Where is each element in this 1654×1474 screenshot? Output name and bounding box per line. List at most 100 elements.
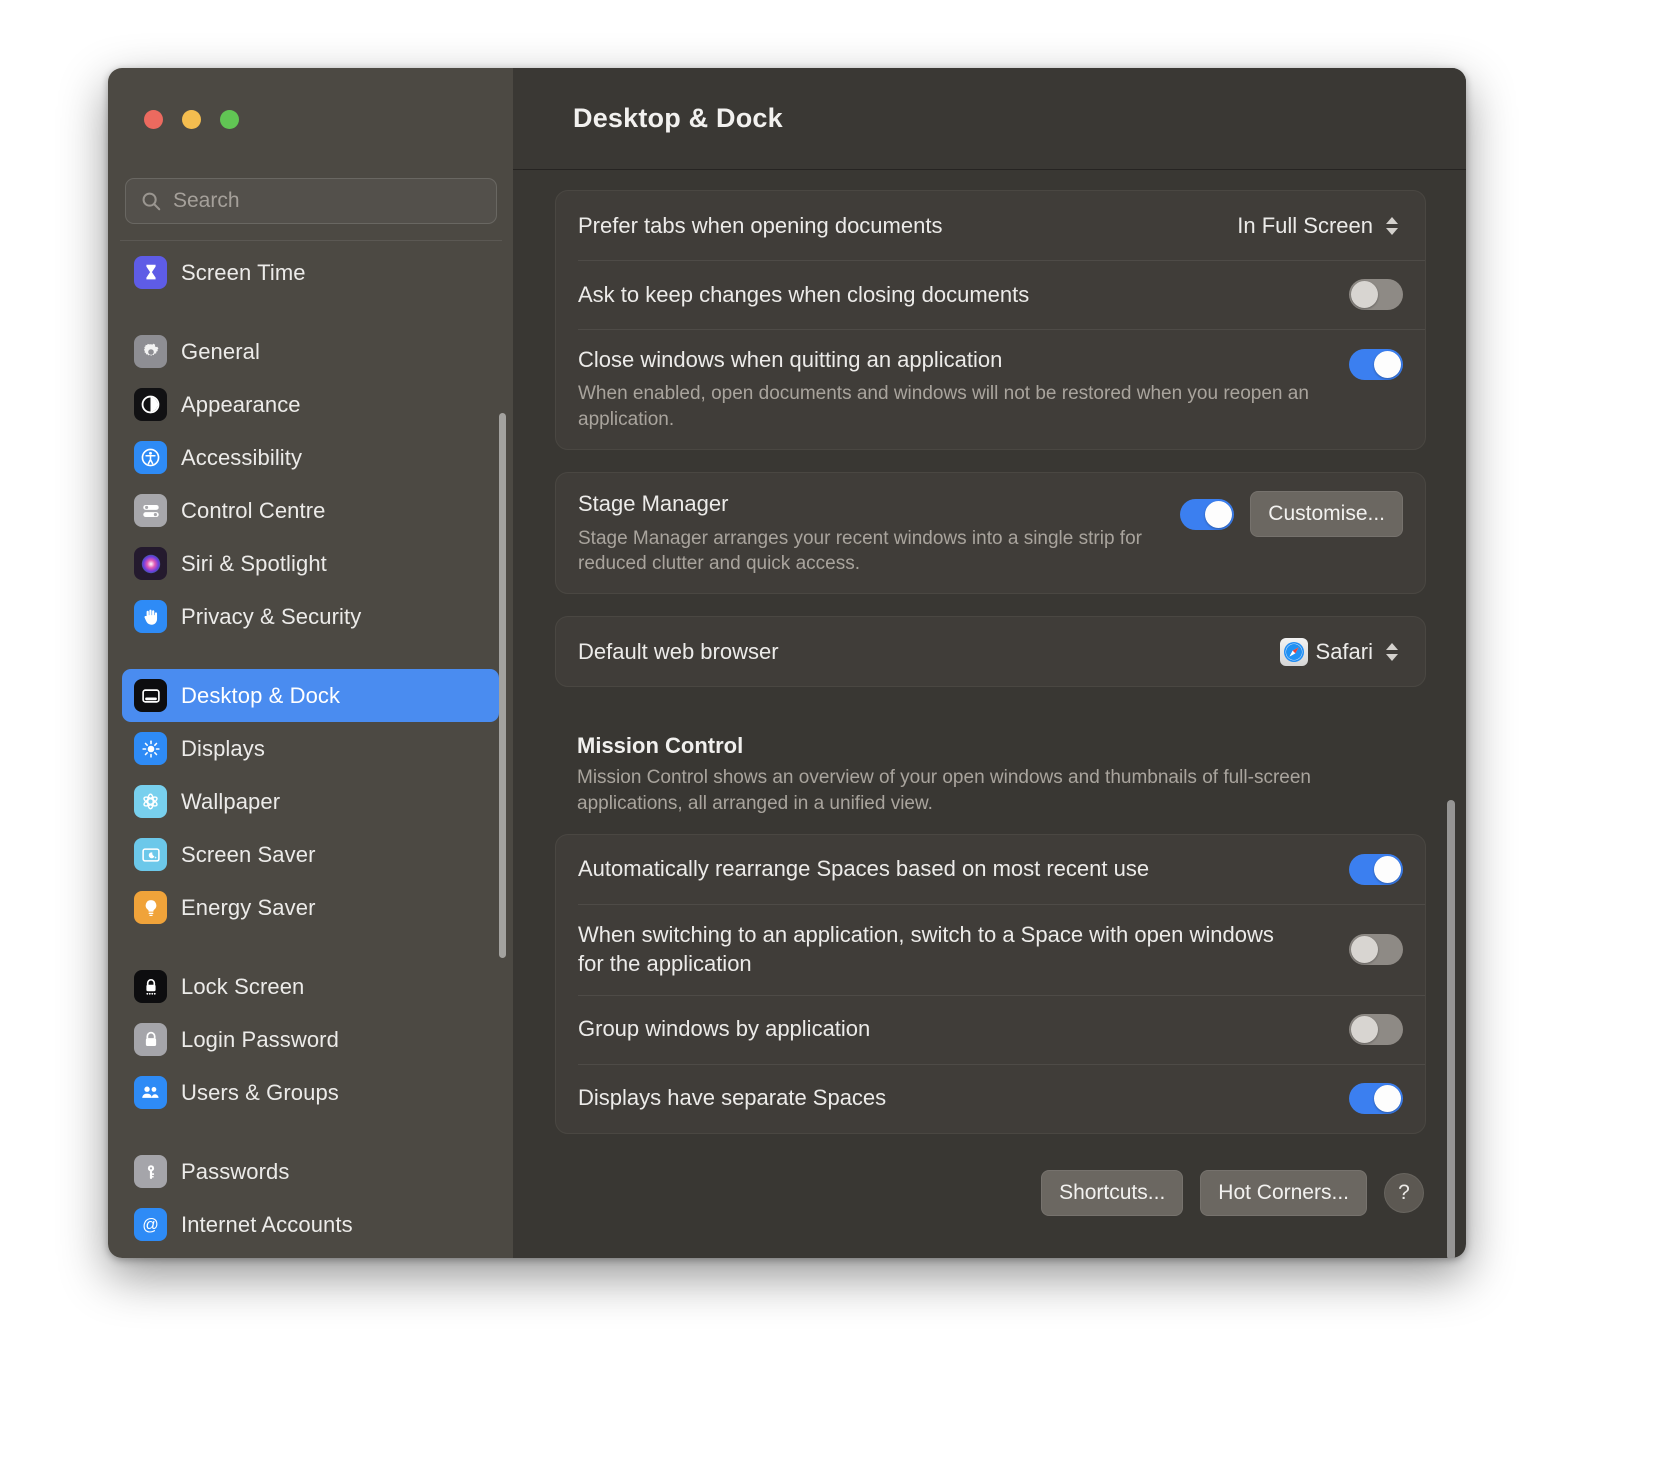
displays-separate-spaces-toggle[interactable] bbox=[1349, 1083, 1403, 1114]
sidebar-scrollbar[interactable] bbox=[499, 413, 506, 958]
help-button[interactable]: ? bbox=[1384, 1173, 1424, 1213]
row-text: Automatically rearrange Spaces based on … bbox=[578, 838, 1349, 899]
privacy-hand-icon bbox=[134, 600, 167, 633]
login-password-icon bbox=[134, 1023, 167, 1056]
row-displays-separate-spaces[interactable]: Displays have separate Spaces bbox=[556, 1064, 1425, 1133]
mission-control-card: Automatically rearrange Spaces based on … bbox=[555, 834, 1426, 1134]
chevron-updown-icon bbox=[1381, 209, 1403, 243]
group-windows-toggle[interactable] bbox=[1349, 1014, 1403, 1045]
ask-keep-changes-toggle[interactable] bbox=[1349, 279, 1403, 310]
sidebar-item-label: Lock Screen bbox=[181, 974, 304, 1000]
row-subtitle: Stage Manager arranges your recent windo… bbox=[578, 526, 1180, 578]
sidebar-scroll-region[interactable]: Focus Screen Time General bbox=[108, 241, 513, 1258]
row-control bbox=[1349, 279, 1403, 310]
row-prefer-tabs[interactable]: Prefer tabs when opening documents In Fu… bbox=[556, 191, 1425, 260]
content-scrollbar[interactable] bbox=[1447, 800, 1455, 1258]
hot-corners-button[interactable]: Hot Corners... bbox=[1200, 1170, 1367, 1216]
sidebar-item-label: Desktop & Dock bbox=[181, 683, 340, 709]
sidebar-item-screen-saver[interactable]: Screen Saver bbox=[122, 828, 499, 881]
settings-scroll-region[interactable]: Prefer tabs when opening documents In Fu… bbox=[513, 170, 1466, 1258]
sidebar-item-label: Screen Time bbox=[181, 260, 306, 286]
sidebar-item-energy-saver[interactable]: Energy Saver bbox=[122, 881, 499, 934]
row-text: When switching to an application, switch… bbox=[578, 904, 1349, 995]
row-default-web-browser[interactable]: Default web browser bbox=[556, 617, 1425, 686]
safari-icon bbox=[1280, 638, 1308, 666]
sidebar-item-label: Wallpaper bbox=[181, 789, 280, 815]
sidebar-item-users-groups[interactable]: Users & Groups bbox=[122, 1066, 499, 1119]
row-control bbox=[1349, 1014, 1403, 1045]
row-stage-manager[interactable]: Stage Manager Stage Manager arranges you… bbox=[556, 473, 1425, 593]
switch-to-space-toggle[interactable] bbox=[1349, 934, 1403, 965]
sidebar-item-passwords[interactable]: Passwords bbox=[122, 1145, 499, 1198]
row-switch-to-space[interactable]: When switching to an application, switch… bbox=[556, 904, 1425, 995]
sidebar-item-lock-screen[interactable]: Lock Screen bbox=[122, 960, 499, 1013]
internet-accounts-icon: @ bbox=[134, 1208, 167, 1241]
sidebar-item-label: Accessibility bbox=[181, 445, 302, 471]
auto-rearrange-spaces-toggle[interactable] bbox=[1349, 854, 1403, 885]
customise-button[interactable]: Customise... bbox=[1250, 491, 1403, 537]
sidebar-item-label: Users & Groups bbox=[181, 1080, 339, 1106]
default-browser-popup-button[interactable]: Safari bbox=[1280, 635, 1403, 669]
sidebar-item-screen-time[interactable]: Screen Time bbox=[122, 246, 499, 299]
row-title: Default web browser bbox=[578, 637, 1280, 666]
prefer-tabs-popup-button[interactable]: In Full Screen bbox=[1237, 209, 1403, 243]
screen-saver-icon bbox=[134, 838, 167, 871]
sidebar-group-separator bbox=[122, 1119, 499, 1145]
row-title: Close windows when quitting an applicati… bbox=[578, 345, 1338, 374]
row-control: In Full Screen bbox=[1237, 209, 1403, 243]
sidebar-item-siri-spotlight[interactable]: Siri & Spotlight bbox=[122, 537, 499, 590]
sidebar-item-label: Energy Saver bbox=[181, 895, 316, 921]
sidebar-item-desktop-dock[interactable]: Desktop & Dock bbox=[122, 669, 499, 722]
page-title: Desktop & Dock bbox=[573, 103, 783, 134]
row-group-windows[interactable]: Group windows by application bbox=[556, 995, 1425, 1064]
search-field[interactable] bbox=[125, 178, 497, 224]
sidebar-item-label: Control Centre bbox=[181, 498, 325, 524]
row-title: Stage Manager bbox=[578, 489, 1180, 518]
row-ask-keep-changes[interactable]: Ask to keep changes when closing documen… bbox=[556, 260, 1425, 329]
sidebar-item-wallpaper[interactable]: Wallpaper bbox=[122, 775, 499, 828]
control-centre-icon bbox=[134, 494, 167, 527]
sidebar-item-label: Appearance bbox=[181, 392, 301, 418]
row-close-windows-quitting[interactable]: Close windows when quitting an applicati… bbox=[556, 329, 1425, 449]
documents-card: Prefer tabs when opening documents In Fu… bbox=[555, 190, 1426, 450]
zoom-button[interactable] bbox=[220, 110, 239, 129]
row-title: When switching to an application, switch… bbox=[578, 920, 1278, 979]
row-control bbox=[1349, 349, 1403, 380]
row-control bbox=[1349, 1083, 1403, 1114]
sidebar-item-control-centre[interactable]: Control Centre bbox=[122, 484, 499, 537]
row-title: Prefer tabs when opening documents bbox=[578, 211, 1237, 240]
sidebar-item-login-password[interactable]: Login Password bbox=[122, 1013, 499, 1066]
popup-value: Safari bbox=[1316, 639, 1373, 665]
stage-manager-toggle[interactable] bbox=[1180, 499, 1234, 530]
sidebar-item-label: Screen Saver bbox=[181, 842, 316, 868]
close-windows-quitting-toggle[interactable] bbox=[1349, 349, 1403, 380]
section-title: Mission Control bbox=[577, 733, 1404, 759]
row-title: Automatically rearrange Spaces based on … bbox=[578, 854, 1338, 883]
sidebar-item-privacy-security[interactable]: Privacy & Security bbox=[122, 590, 499, 643]
section-description: Mission Control shows an overview of you… bbox=[577, 765, 1397, 817]
screen-time-icon bbox=[134, 256, 167, 289]
row-text: Close windows when quitting an applicati… bbox=[578, 329, 1349, 449]
sidebar-item-appearance[interactable]: Appearance bbox=[122, 378, 499, 431]
close-button[interactable] bbox=[144, 110, 163, 129]
sidebar-item-internet-accounts[interactable]: @ Internet Accounts bbox=[122, 1198, 499, 1251]
minimise-button[interactable] bbox=[182, 110, 201, 129]
sidebar-item-displays[interactable]: Displays bbox=[122, 722, 499, 775]
row-control: Safari bbox=[1280, 635, 1403, 669]
row-text: Stage Manager Stage Manager arranges you… bbox=[578, 473, 1180, 593]
row-text: Displays have separate Spaces bbox=[578, 1067, 1349, 1128]
energy-saver-icon bbox=[134, 891, 167, 924]
row-auto-rearrange-spaces[interactable]: Automatically rearrange Spaces based on … bbox=[556, 835, 1425, 904]
sidebar-item-general[interactable]: General bbox=[122, 325, 499, 378]
sidebar-group-separator bbox=[122, 299, 499, 325]
sidebar-item-label: Passwords bbox=[181, 1159, 290, 1185]
search-input[interactable] bbox=[173, 189, 482, 213]
row-control bbox=[1349, 934, 1403, 965]
sidebar-item-accessibility[interactable]: Accessibility bbox=[122, 431, 499, 484]
row-title: Ask to keep changes when closing documen… bbox=[578, 280, 1338, 309]
shortcuts-button[interactable]: Shortcuts... bbox=[1041, 1170, 1183, 1216]
sidebar-list: Focus Screen Time General bbox=[108, 241, 513, 1251]
row-text: Group windows by application bbox=[578, 998, 1349, 1059]
accessibility-icon bbox=[134, 441, 167, 474]
lock-screen-icon bbox=[134, 970, 167, 1003]
